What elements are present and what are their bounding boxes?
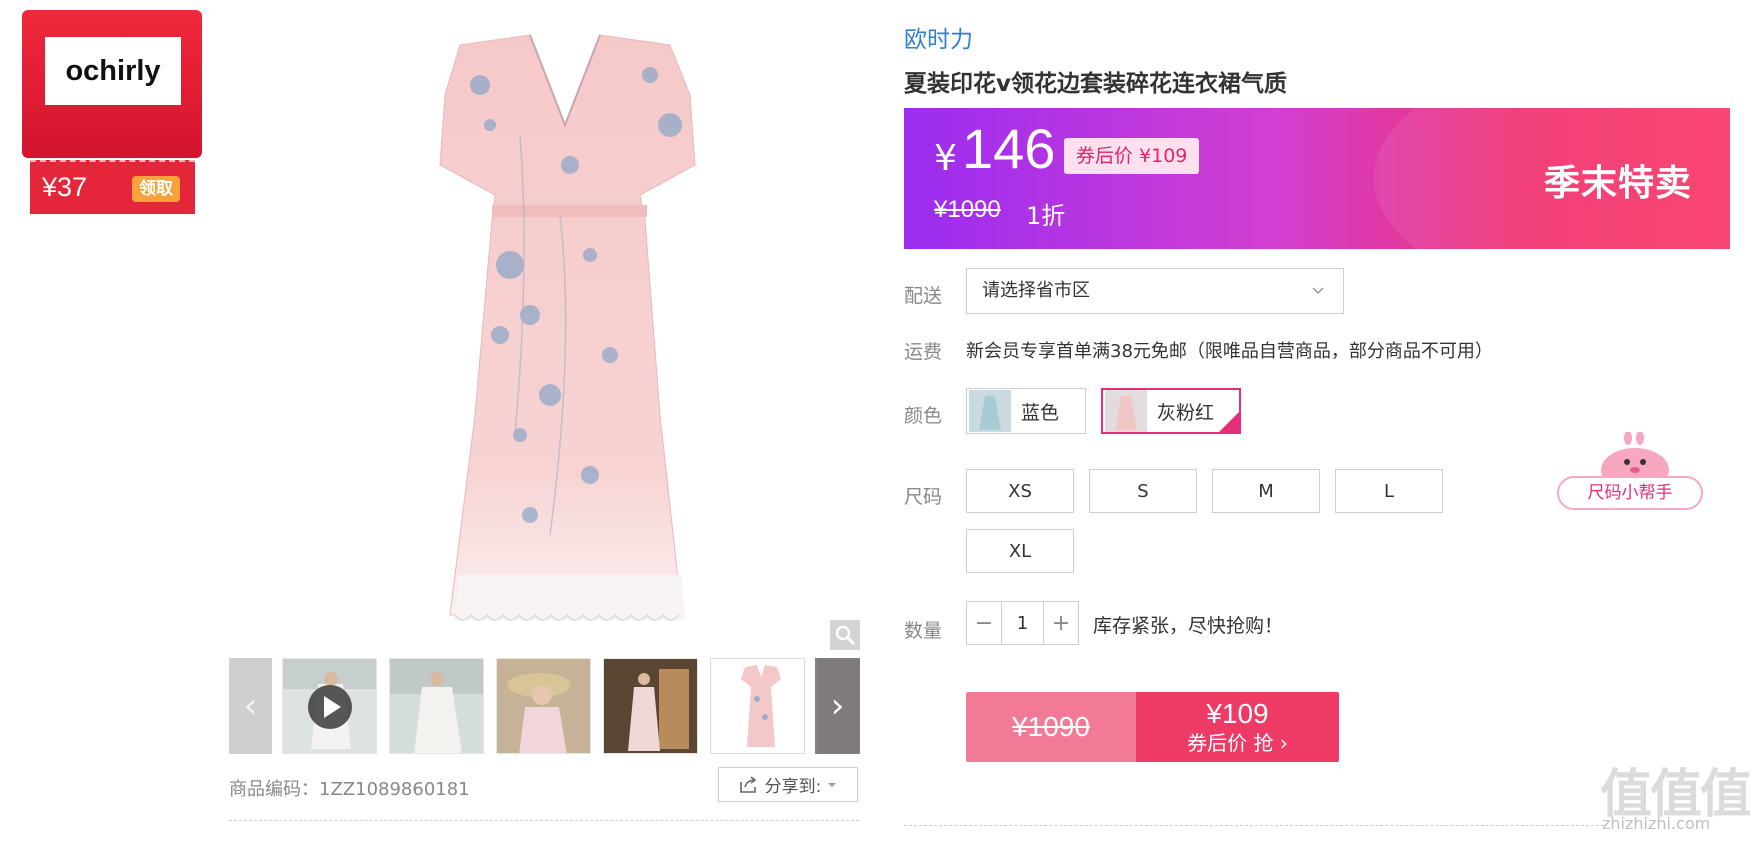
plus-icon[interactable]: + [1044, 602, 1078, 644]
buy-price: ¥109 [1206, 698, 1269, 729]
size-option-xs[interactable]: XS [966, 469, 1074, 513]
color-swatch-grey-pink [1105, 390, 1147, 432]
current-price: 146 [962, 117, 1056, 180]
watermark-site: zhizhizhi.com [1602, 814, 1711, 833]
color-swatch-blue [969, 390, 1011, 432]
size-helper-label[interactable]: 尺码小帮手 [1557, 476, 1703, 510]
stock-warning: 库存紧张，尽快抢购！ [1093, 615, 1284, 637]
coupon-amount: ¥37 [42, 172, 88, 202]
selected-check-icon [1219, 412, 1239, 432]
share-icon [739, 775, 756, 793]
shipping-label: 运费 [904, 341, 943, 363]
chevron-right-icon: › [830, 686, 845, 726]
region-select[interactable]: 请选择省市区 [966, 268, 1344, 314]
main-product-image[interactable] [230, 15, 860, 655]
price-currency: ¥ [934, 138, 957, 179]
magnifier-icon [835, 625, 856, 646]
discount-label: 1折 [1026, 202, 1066, 230]
buy-button[interactable]: ¥1090 ¥109 券后价 抢 › [966, 692, 1339, 762]
region-placeholder: 请选择省市区 [982, 280, 1090, 301]
size-helper[interactable]: 尺码小帮手 [1557, 432, 1705, 512]
size-option-s[interactable]: S [1089, 469, 1197, 513]
chevron-down-icon [1312, 287, 1324, 295]
thumbnail-image [604, 659, 697, 753]
brand-name-link[interactable]: 欧时力 [904, 20, 973, 54]
mascot-icon [1601, 432, 1669, 482]
delivery-label: 配送 [904, 285, 943, 307]
size-option-l[interactable]: L [1335, 469, 1443, 513]
chevron-left-icon: ‹ [243, 686, 258, 726]
minus-icon[interactable]: − [967, 602, 1001, 644]
divider [229, 820, 859, 821]
color-option-label: 灰粉红 [1157, 401, 1215, 424]
quantity-label: 数量 [904, 620, 943, 642]
brand-logo[interactable]: ochirly [45, 37, 181, 105]
season-sale-label: 季末特卖 [1544, 163, 1693, 204]
size-option-xl[interactable]: XL [966, 529, 1074, 573]
caret-down-icon [828, 782, 837, 787]
thumb-prev-button[interactable]: ‹ [229, 658, 272, 754]
thumbnail-shop-model[interactable] [603, 658, 698, 754]
thumbnail-image [390, 659, 483, 753]
product-code: 商品编码：1ZZ1089860181 [229, 779, 470, 800]
zoom-button[interactable] [830, 620, 860, 650]
thumbnail-video[interactable] [282, 658, 377, 754]
price-banner: ¥ 146 券后价 ¥109 ¥1090 1折 季末特卖 [904, 108, 1730, 249]
original-price: ¥1090 [934, 196, 1001, 223]
color-option-grey-pink[interactable]: 灰粉红 [1101, 388, 1241, 434]
brand-coupon[interactable]: ¥37 领取 [30, 160, 195, 214]
color-option-label: 蓝色 [1021, 401, 1060, 424]
thumbnail-image [497, 659, 590, 753]
thumbnail-image [711, 659, 804, 753]
coupon-claim-button[interactable]: 领取 [132, 176, 180, 202]
thumbnail-white-dress[interactable] [389, 658, 484, 754]
share-button[interactable]: 分享到: [718, 767, 858, 802]
coupon-price-badge: 券后价 ¥109 [1064, 138, 1200, 174]
quantity-value[interactable]: 1 [1001, 602, 1044, 644]
thumbnail-image [283, 659, 376, 753]
divider [904, 825, 1604, 826]
thumb-next-button[interactable]: › [815, 658, 860, 754]
size-option-m[interactable]: M [1212, 469, 1320, 513]
product-title: 夏装印花v领花边套装碎花连衣裙气质 [904, 71, 1287, 97]
color-label: 颜色 [904, 405, 943, 427]
thumbnail-dress-flat[interactable] [710, 658, 805, 754]
quantity-stepper[interactable]: − 1 + [966, 601, 1079, 645]
buy-coupon-action[interactable]: ¥109 券后价 抢 › [1136, 692, 1339, 762]
color-option-blue[interactable]: 蓝色 [966, 388, 1086, 434]
thumbnail-hat-model[interactable] [496, 658, 591, 754]
size-label: 尺码 [904, 486, 943, 508]
buy-original-price: ¥1090 [966, 692, 1136, 762]
share-label: 分享到: [764, 777, 822, 797]
shipping-info: 新会员专享首单满38元免邮（限唯品自营商品，部分商品不可用） [966, 341, 1493, 362]
buy-label: 券后价 抢 › [1187, 731, 1288, 755]
